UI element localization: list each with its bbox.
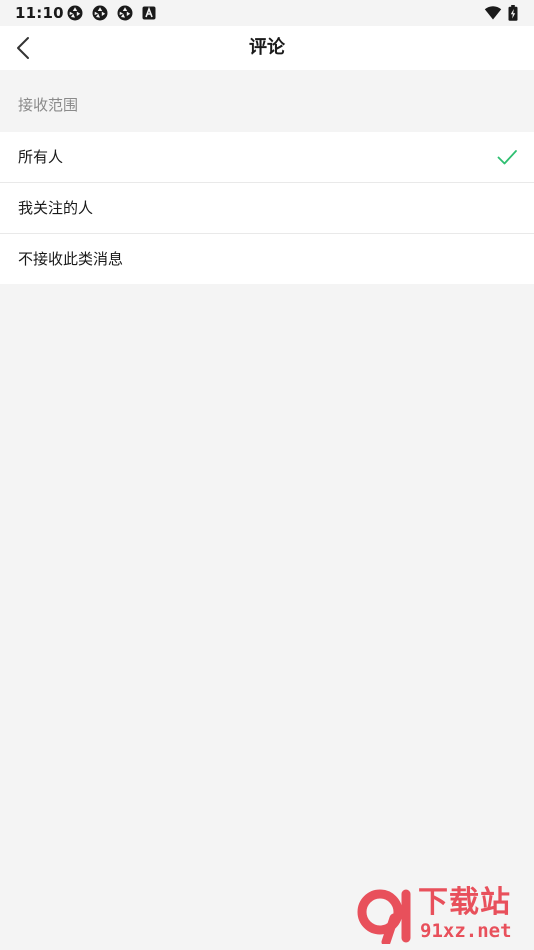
watermark: 下载站 91xz.net xyxy=(356,886,528,946)
a-box-icon xyxy=(142,6,156,20)
check-icon xyxy=(497,150,517,165)
chevron-left-icon xyxy=(17,37,29,59)
section-label: 接收范围 xyxy=(18,96,79,114)
option-label: 所有人 xyxy=(18,148,64,166)
aperture-icon xyxy=(67,5,83,21)
option-do-not-receive[interactable]: 不接收此类消息 xyxy=(0,233,534,284)
page-title: 评论 xyxy=(249,37,285,58)
battery-charging-icon xyxy=(508,5,518,21)
status-time: 11:10 xyxy=(15,4,64,22)
option-everyone[interactable]: 所有人 xyxy=(0,132,534,182)
options-list: 所有人 我关注的人 不接收此类消息 xyxy=(0,132,534,284)
aperture-icon xyxy=(92,5,108,21)
option-people-i-follow[interactable]: 我关注的人 xyxy=(0,182,534,233)
back-button[interactable] xyxy=(8,32,40,64)
watermark-name: 下载站 xyxy=(418,885,511,920)
option-label: 我关注的人 xyxy=(18,199,94,217)
status-bar: 11:10 xyxy=(0,0,534,26)
aperture-icon xyxy=(117,5,133,21)
wifi-icon xyxy=(484,6,502,20)
option-label: 不接收此类消息 xyxy=(18,250,124,268)
nav-bar: 评论 xyxy=(0,26,534,70)
watermark-logo xyxy=(357,889,411,944)
watermark-domain: 91xz.net xyxy=(420,920,512,942)
